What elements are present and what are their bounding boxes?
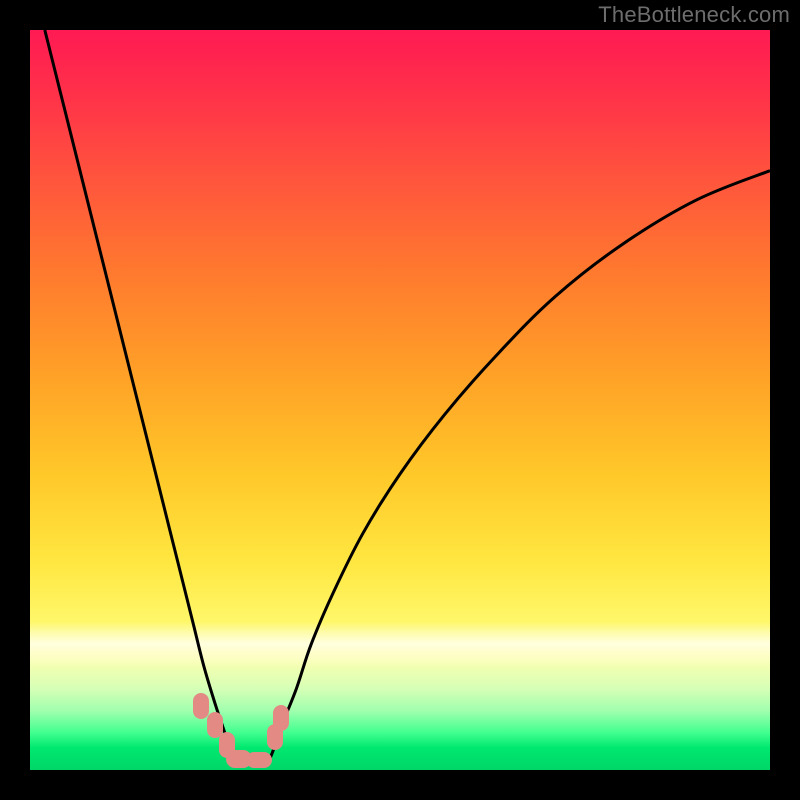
- left-branch-curve: [45, 30, 236, 763]
- plot-area: [30, 30, 770, 770]
- marker: [273, 705, 289, 731]
- right-branch-curve: [268, 171, 770, 763]
- marker: [246, 752, 272, 768]
- chart-frame: TheBottleneck.com: [0, 0, 800, 800]
- watermark-text: TheBottleneck.com: [598, 2, 790, 28]
- curve-layer: [30, 30, 770, 770]
- marker: [193, 693, 209, 719]
